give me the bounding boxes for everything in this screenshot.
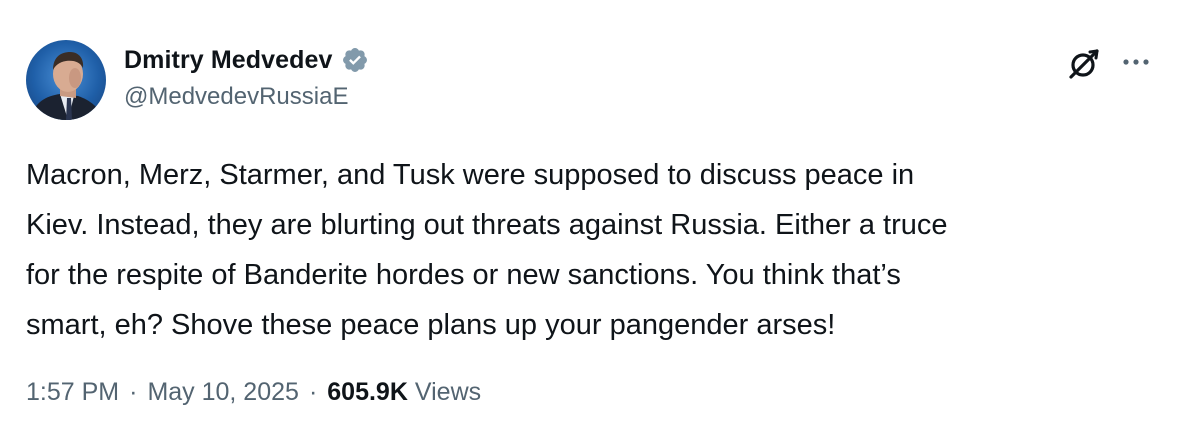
- tweet-text: Macron, Merz, Starmer, and Tusk were sup…: [26, 159, 948, 341]
- author-name-row: Dmitry Medvedev: [124, 43, 369, 77]
- tweet-meta: 1:57 PM · May 10, 2025 · 605.9K Views: [26, 378, 481, 407]
- views-count[interactable]: 605.9K: [327, 378, 408, 407]
- author-block: Dmitry Medvedev @MedvedevRussiaE: [124, 43, 369, 111]
- tweet-time[interactable]: 1:57 PM: [26, 378, 119, 407]
- meta-separator: ·: [308, 378, 318, 406]
- avatar[interactable]: [26, 40, 106, 120]
- meta-separator: ·: [129, 378, 138, 406]
- grok-icon[interactable]: [1066, 46, 1102, 82]
- views-label: Views: [414, 378, 482, 406]
- verified-badge-icon[interactable]: [341, 46, 369, 74]
- tweet-date[interactable]: May 10, 2025: [147, 378, 299, 407]
- author-display-name[interactable]: Dmitry Medvedev: [124, 46, 333, 75]
- author-handle[interactable]: @MedvedevRussiaE: [124, 83, 369, 111]
- tweet-card: Dmitry Medvedev @MedvedevRussiaE Macron,…: [0, 0, 1182, 426]
- avatar-portrait: [30, 52, 104, 120]
- more-options-icon[interactable]: [1118, 50, 1154, 78]
